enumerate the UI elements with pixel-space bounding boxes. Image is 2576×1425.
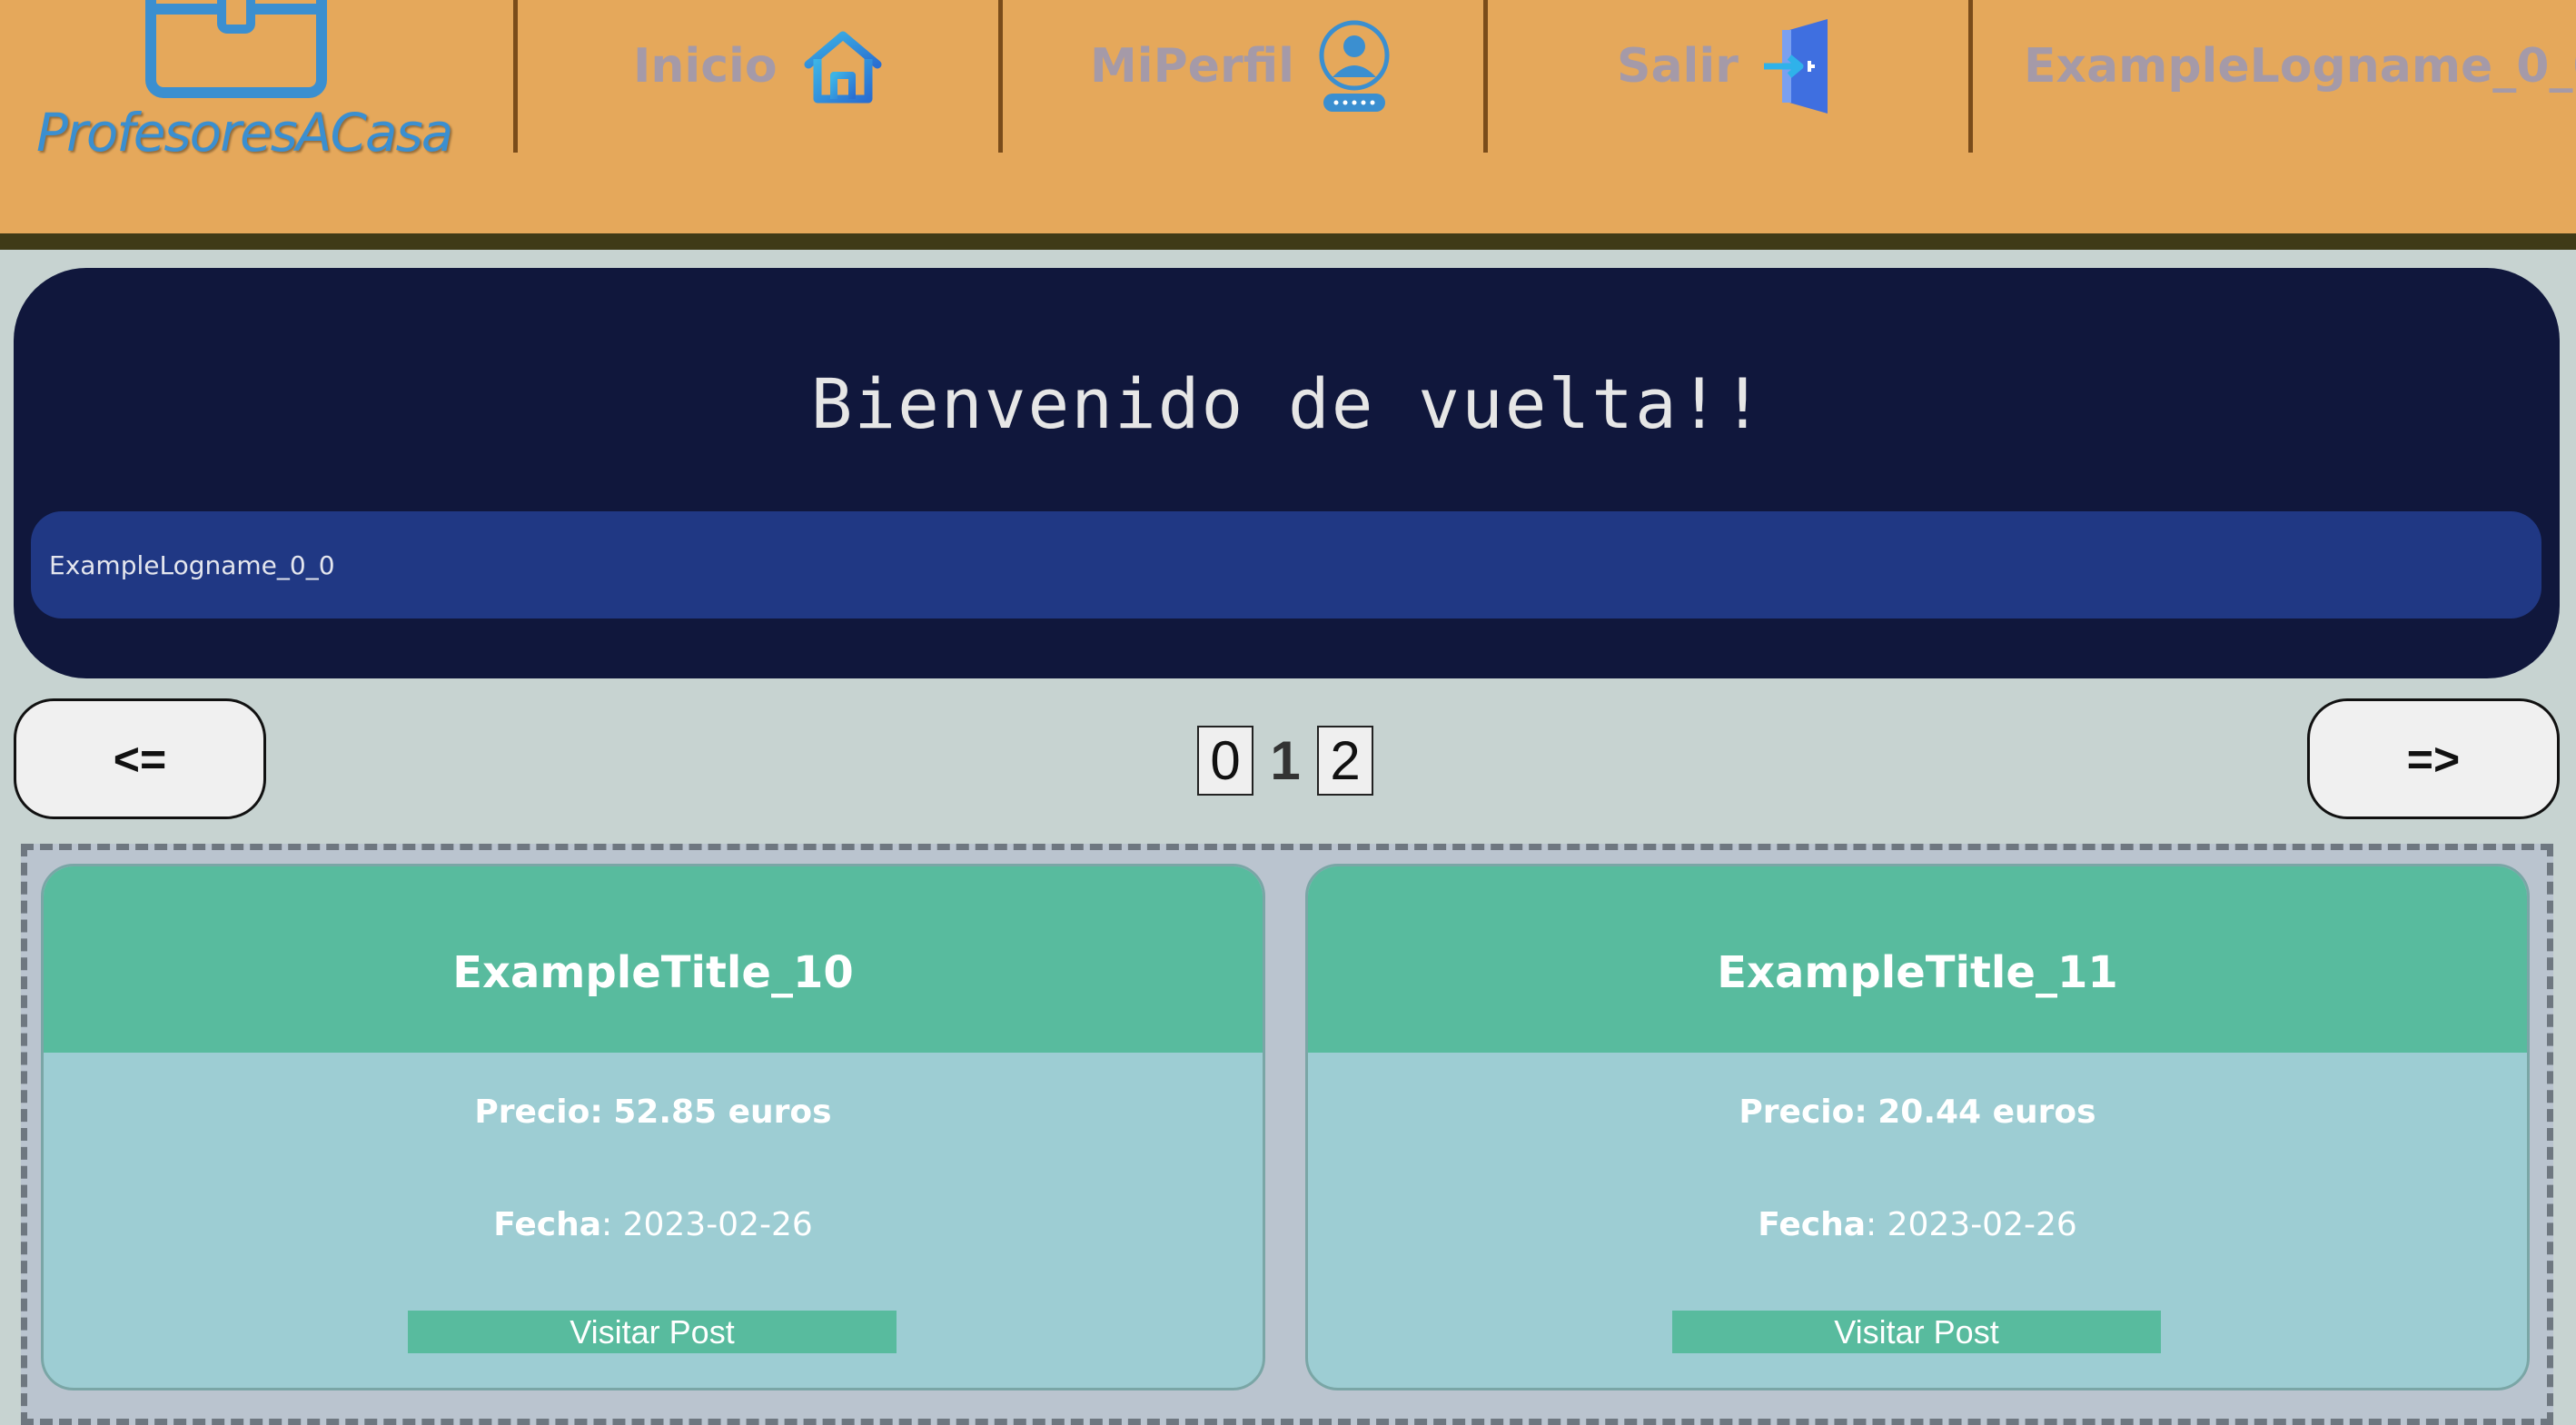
briefcase-icon bbox=[145, 0, 327, 98]
price-label: Precio: bbox=[474, 1093, 603, 1131]
nav-item-label: MiPerfil bbox=[1090, 38, 1294, 94]
post-title: ExampleTitle_10 bbox=[44, 866, 1263, 1053]
nav-item-label: ExampleLogname_0_0 bbox=[2024, 38, 2576, 94]
post-card: ExampleTitle_10 Precio: 52.85 euros Fech… bbox=[41, 864, 1265, 1390]
date-value: : 2023-02-26 bbox=[601, 1206, 813, 1243]
price-value: 52.85 euros bbox=[613, 1093, 832, 1131]
nav-separator bbox=[1968, 0, 1973, 153]
current-page: 1 bbox=[1270, 729, 1301, 791]
nav-item-label: Salir bbox=[1617, 38, 1739, 94]
prev-page-button[interactable]: <= bbox=[14, 698, 266, 819]
nav-separator bbox=[998, 0, 1003, 153]
nav-item-inicio[interactable]: Inicio bbox=[633, 0, 885, 132]
username-bar: ExampleLogname_0_0 bbox=[31, 511, 2541, 618]
post-card: ExampleTitle_11 Precio: 20.44 euros Fech… bbox=[1305, 864, 2530, 1390]
nav-item-salir[interactable]: Salir bbox=[1617, 0, 1835, 132]
page-numbers: 0 1 2 bbox=[1197, 724, 1373, 797]
top-nav-bar: ProfesoresACasa Inicio MiPerfil Salir Ex… bbox=[0, 0, 2576, 250]
post-date: Fecha: 2023-02-26 bbox=[1308, 1206, 2527, 1243]
logout-icon bbox=[1763, 18, 1828, 114]
home-icon bbox=[804, 31, 882, 103]
price-label: Precio: bbox=[1739, 1093, 1868, 1131]
post-price: Precio: 52.85 euros bbox=[44, 1093, 1263, 1131]
page-link-2[interactable]: 2 bbox=[1317, 725, 1373, 796]
visit-post-button[interactable]: Visitar Post bbox=[1672, 1311, 2161, 1353]
date-label: Fecha bbox=[1758, 1206, 1866, 1243]
visit-post-button[interactable]: Visitar Post bbox=[408, 1311, 897, 1353]
nav-item-label: Inicio bbox=[633, 38, 778, 94]
post-price: Precio: 20.44 euros bbox=[1308, 1093, 2527, 1131]
welcome-heading: Bienvenido de vuelta!! bbox=[810, 363, 1766, 444]
post-date: Fecha: 2023-02-26 bbox=[44, 1206, 1263, 1243]
next-page-button[interactable]: => bbox=[2307, 698, 2560, 819]
profile-icon bbox=[1319, 20, 1390, 112]
logo-text[interactable]: ProfesoresACasa bbox=[36, 102, 453, 163]
nav-item-username[interactable]: ExampleLogname_0_0 bbox=[2024, 0, 2576, 132]
post-title: ExampleTitle_11 bbox=[1308, 866, 2527, 1053]
price-value: 20.44 euros bbox=[1878, 1093, 2096, 1131]
page-link-0[interactable]: 0 bbox=[1197, 725, 1253, 796]
username-text: ExampleLogname_0_0 bbox=[49, 549, 335, 580]
date-label: Fecha bbox=[493, 1206, 601, 1243]
nav-item-miperfil[interactable]: MiPerfil bbox=[1090, 0, 1391, 132]
nav-separator bbox=[513, 0, 518, 153]
nav-separator bbox=[1483, 0, 1488, 153]
date-value: : 2023-02-26 bbox=[1866, 1206, 2077, 1243]
